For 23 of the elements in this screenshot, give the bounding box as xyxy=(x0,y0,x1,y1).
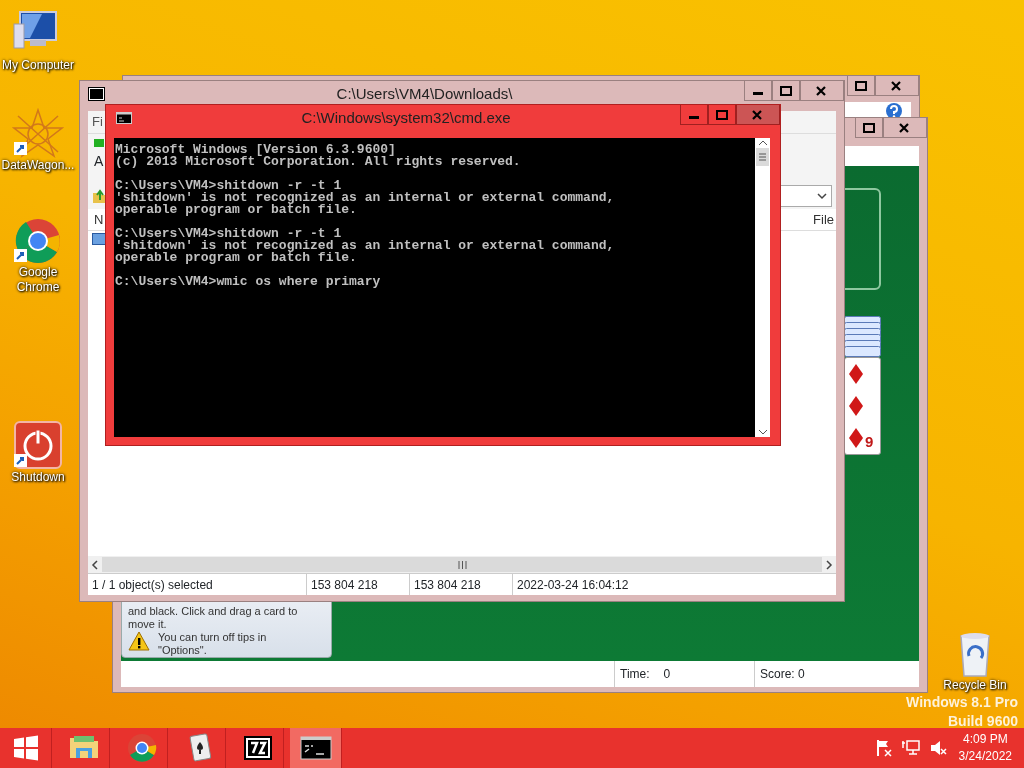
os-watermark: Windows 8.1 Pro xyxy=(906,693,1018,712)
menu-item[interactable]: Fi xyxy=(92,112,103,132)
score-text: Score: 0 xyxy=(760,666,805,683)
console-output: Microsoft Windows [Version 6.3.9600] (c) 2013 Microsoft Corporation. All rights reserved. C:\Users\VM4>shitdown -r -t 1 'shitdown' is not recognized as an internal or external command, operable program or batch file. C:\Users\VM4>shitdown -r -t 1 'shitdown' is not recognized as an internal or external command, operable program or batch file. C:\Users\VM4>wmic os where primary xyxy=(114,138,755,437)
toolbar-label: A xyxy=(94,152,104,171)
clock[interactable]: 4:09 PM 3/24/2022 xyxy=(946,731,1024,765)
tip-text: and black. Click and drag a card to move it. xyxy=(128,605,299,631)
column-header[interactable]: File xyxy=(813,209,834,230)
time-value: 0 xyxy=(663,666,671,683)
status-text: 153 804 218 xyxy=(311,576,378,594)
card-rank: 9 xyxy=(865,434,874,450)
status-text: 153 804 218 xyxy=(414,576,481,594)
clock-date: 3/24/2022 xyxy=(958,748,1012,765)
playing-card[interactable]: 9 xyxy=(844,357,881,455)
time-label: Time: xyxy=(620,666,650,683)
status-text: 2022-03-24 16:04:12 xyxy=(517,576,629,594)
column-header[interactable]: N xyxy=(94,209,104,230)
status-text: 1 / 1 object(s) selected xyxy=(92,576,213,594)
window-title: C:\Users\VM4\Downloads\ xyxy=(335,83,514,104)
os-watermark: Build 9600 xyxy=(947,712,1018,728)
tip-note: You can turn off tips in "Options". xyxy=(158,631,268,657)
clock-time: 4:09 PM xyxy=(961,731,1009,748)
window-title: C:\Windows\system32\cmd.exe xyxy=(300,107,512,128)
